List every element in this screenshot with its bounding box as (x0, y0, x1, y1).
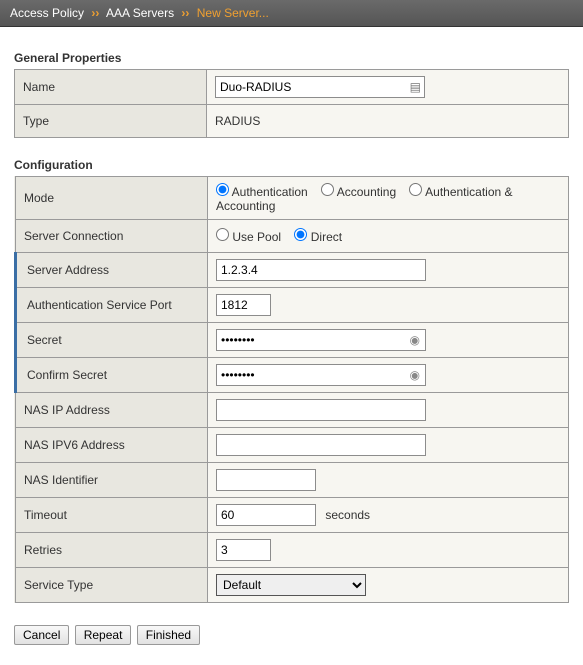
section-title-configuration: Configuration (14, 158, 569, 172)
server-address-input[interactable] (216, 259, 426, 281)
lookup-icon[interactable]: ▤ (410, 80, 421, 94)
mode-option-accounting[interactable]: Accounting (321, 185, 396, 199)
label-mode: Mode (16, 177, 208, 220)
breadcrumb-separator: ›› (177, 6, 193, 20)
label-name: Name (15, 70, 207, 105)
auth-port-input[interactable] (216, 294, 271, 316)
breadcrumb: Access Policy ›› AAA Servers ›› New Serv… (0, 0, 583, 27)
retries-input[interactable] (216, 539, 271, 561)
cancel-button[interactable]: Cancel (14, 625, 69, 645)
section-title-general: General Properties (14, 51, 569, 65)
reveal-password-icon[interactable]: ◉ (410, 368, 420, 382)
breadcrumb-level2[interactable]: AAA Servers (106, 6, 174, 20)
breadcrumb-level1[interactable]: Access Policy (10, 6, 84, 20)
label-server-connection: Server Connection (16, 220, 208, 253)
label-nas-ip: NAS IP Address (16, 393, 208, 428)
label-retries: Retries (16, 533, 208, 568)
service-type-select[interactable]: Default (216, 574, 366, 596)
nas-ipv6-input[interactable] (216, 434, 426, 456)
conn-option-pool[interactable]: Use Pool (216, 230, 281, 244)
configuration-table: Mode Authentication Accounting Authentic… (14, 176, 569, 603)
label-service-type: Service Type (16, 568, 208, 603)
label-nas-identifier: NAS Identifier (16, 463, 208, 498)
breadcrumb-separator: ›› (87, 6, 103, 20)
repeat-button[interactable]: Repeat (75, 625, 132, 645)
general-properties-table: Name ▤ Type RADIUS (14, 69, 569, 138)
timeout-input[interactable] (216, 504, 316, 526)
type-value: RADIUS (207, 105, 569, 138)
label-type: Type (15, 105, 207, 138)
mode-option-auth[interactable]: Authentication (216, 185, 308, 199)
finished-button[interactable]: Finished (137, 625, 200, 645)
conn-option-direct[interactable]: Direct (294, 230, 342, 244)
label-timeout: Timeout (16, 498, 208, 533)
confirm-secret-input[interactable] (216, 364, 426, 386)
label-server-address: Server Address (16, 253, 208, 288)
label-confirm-secret: Confirm Secret (16, 358, 208, 393)
label-auth-port: Authentication Service Port (16, 288, 208, 323)
nas-ip-input[interactable] (216, 399, 426, 421)
name-input[interactable] (215, 76, 425, 98)
nas-identifier-input[interactable] (216, 469, 316, 491)
secret-input[interactable] (216, 329, 426, 351)
timeout-unit: seconds (325, 508, 370, 522)
reveal-password-icon[interactable]: ◉ (410, 333, 420, 347)
label-nas-ipv6: NAS IPV6 Address (16, 428, 208, 463)
breadcrumb-level3: New Server... (197, 6, 269, 20)
label-secret: Secret (16, 323, 208, 358)
